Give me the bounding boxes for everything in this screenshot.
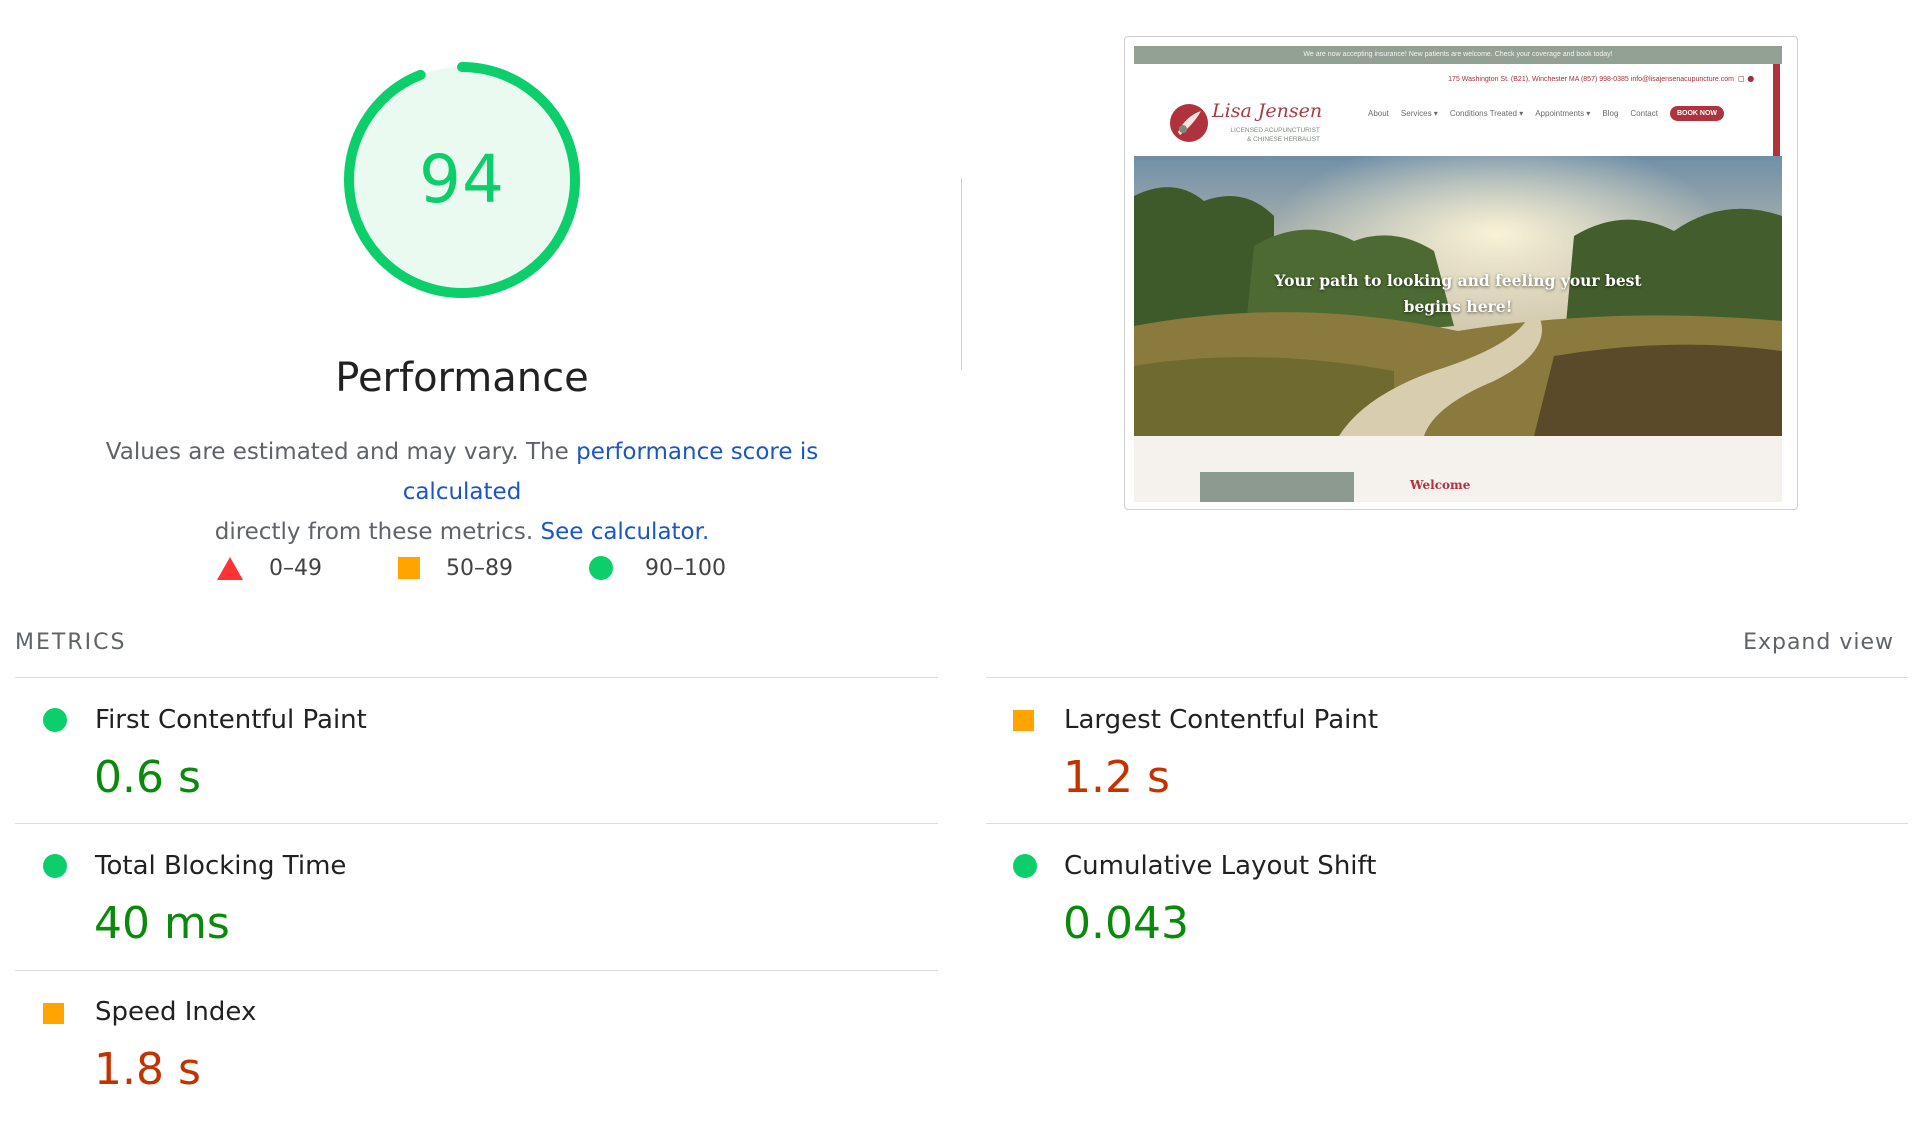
metrics-section-label: METRICS bbox=[15, 630, 127, 655]
metrics-divider bbox=[986, 823, 1908, 824]
nav-contact: Contact bbox=[1630, 109, 1658, 118]
metric-value-speed-index: 1.8 s bbox=[94, 1044, 201, 1095]
book-now-button: BOOK NOW bbox=[1669, 106, 1725, 121]
social-icons: ◻ ● bbox=[1738, 74, 1754, 83]
see-calculator-text: See calculator bbox=[540, 519, 702, 545]
legend-fail-range: 0–49 bbox=[269, 555, 322, 581]
performance-description: Values are estimated and may vary. The p… bbox=[62, 432, 862, 552]
legend-pass-range: 90–100 bbox=[645, 555, 726, 581]
see-calculator-link[interactable]: See calculator. bbox=[540, 519, 709, 545]
expand-view-button[interactable]: Expand view bbox=[1700, 630, 1894, 656]
metric-title-lcp: Largest Contentful Paint bbox=[1064, 705, 1379, 735]
logo-subtitle: LICENSED ACUPUNCTURIST & CHINESE HERBALI… bbox=[1214, 126, 1320, 144]
logo-name: Lisa Jensen bbox=[1212, 100, 1323, 122]
circle-icon bbox=[589, 556, 613, 580]
nav-blog: Blog bbox=[1602, 109, 1619, 118]
hero-line-2: begins here! bbox=[1403, 297, 1513, 316]
nav-conditions-treated: Conditions Treated ▾ bbox=[1449, 109, 1524, 118]
nav-about: About bbox=[1368, 109, 1389, 118]
logo-icon bbox=[1170, 104, 1208, 142]
metric-title-speed-index: Speed Index bbox=[95, 997, 257, 1027]
metric-value-cls: 0.043 bbox=[1063, 898, 1189, 949]
metric-value-lcp: 1.2 s bbox=[1063, 752, 1170, 803]
legend-pass: 90–100 bbox=[589, 550, 726, 586]
logo-subtitle-line-1: LICENSED ACUPUNCTURIST bbox=[1230, 127, 1320, 134]
facebook-icon: ● bbox=[1747, 74, 1755, 83]
hero-line-1: Your path to looking and feeling your be… bbox=[1274, 271, 1642, 290]
metrics-divider bbox=[15, 970, 938, 971]
period-text: . bbox=[701, 519, 710, 545]
instagram-icon: ◻ bbox=[1738, 74, 1745, 83]
triangle-icon bbox=[217, 556, 243, 580]
performance-score-value: 94 bbox=[419, 141, 505, 218]
screenshot-page: We are now accepting insurance! New pati… bbox=[1134, 46, 1782, 502]
pass-indicator-icon bbox=[43, 708, 67, 732]
metrics-divider bbox=[15, 823, 938, 824]
metric-value-fcp: 0.6 s bbox=[94, 752, 201, 803]
average-indicator-icon bbox=[43, 1003, 64, 1024]
metric-value-tbt: 40 ms bbox=[94, 898, 230, 949]
metric-title-fcp: First Contentful Paint bbox=[95, 705, 367, 735]
legend-average: 50–89 bbox=[398, 550, 513, 586]
average-indicator-icon bbox=[1013, 710, 1034, 731]
description-text-1: Values are estimated and may vary. The bbox=[105, 439, 577, 465]
metric-title-tbt: Total Blocking Time bbox=[95, 851, 347, 881]
pass-indicator-icon bbox=[43, 854, 67, 878]
performance-title: Performance bbox=[335, 355, 589, 401]
description-text-2: directly from these metrics. bbox=[214, 519, 534, 545]
nav-appointments: Appointments ▾ bbox=[1535, 109, 1591, 118]
logo-subtitle-line-2: & CHINESE HERBALIST bbox=[1247, 136, 1320, 143]
pass-indicator-icon bbox=[1013, 854, 1037, 878]
nav-services: Services ▾ bbox=[1400, 109, 1438, 118]
contact-line: 175 Washington St. (B21), Winchester MA … bbox=[1448, 76, 1734, 83]
legend-average-range: 50–89 bbox=[446, 555, 513, 581]
page-screenshot-thumbnail[interactable]: We are now accepting insurance! New pati… bbox=[1124, 36, 1798, 510]
welcome-heading: Welcome bbox=[1410, 478, 1471, 492]
vertical-divider bbox=[961, 178, 962, 370]
metrics-divider bbox=[986, 677, 1908, 678]
announcement-bar: We are now accepting insurance! New pati… bbox=[1134, 46, 1782, 64]
metric-title-cls: Cumulative Layout Shift bbox=[1064, 851, 1377, 881]
metrics-divider bbox=[15, 677, 938, 678]
header-accent-bar bbox=[1773, 64, 1780, 156]
square-icon bbox=[398, 557, 420, 579]
hero-heading: Your path to looking and feeling your be… bbox=[1258, 268, 1658, 320]
site-navigation: About Services ▾ Conditions Treated ▾ Ap… bbox=[1368, 106, 1725, 121]
hero-image: Your path to looking and feeling your be… bbox=[1134, 156, 1782, 436]
site-header: 175 Washington St. (B21), Winchester MA … bbox=[1134, 64, 1782, 156]
legend-fail: 0–49 bbox=[217, 550, 322, 586]
content-photo bbox=[1200, 472, 1354, 502]
